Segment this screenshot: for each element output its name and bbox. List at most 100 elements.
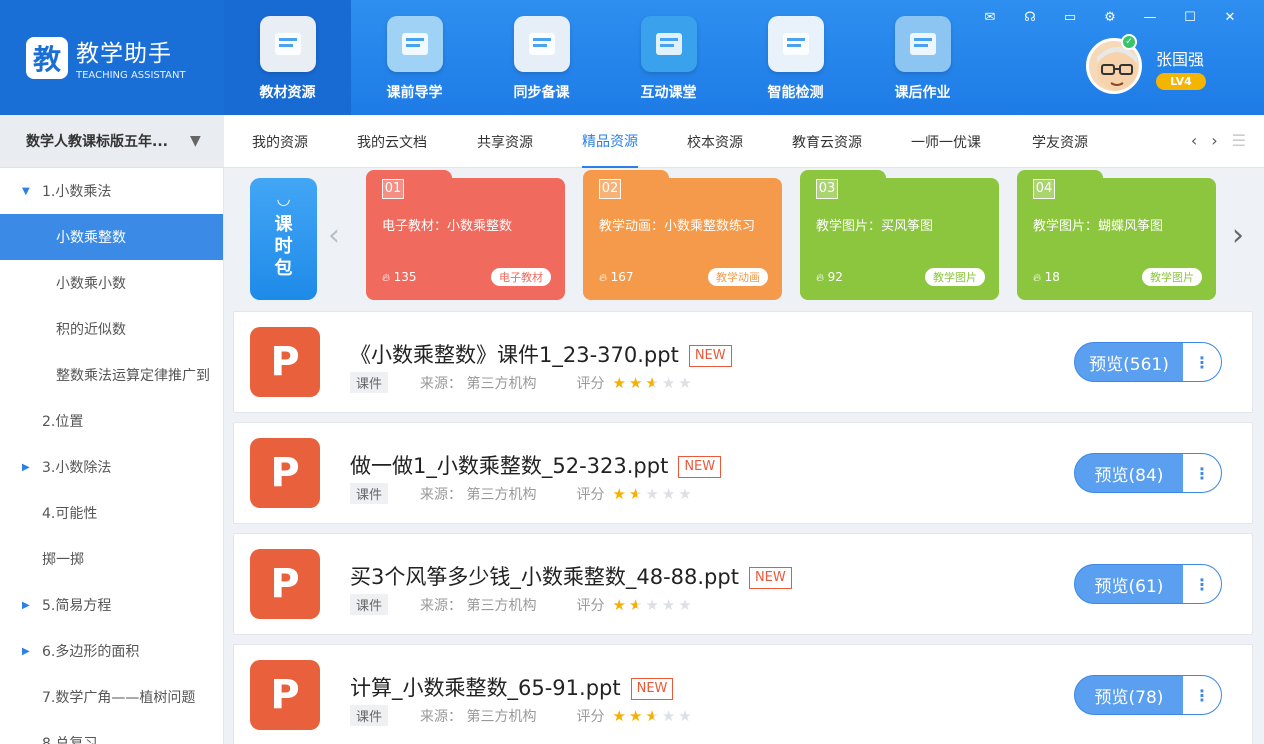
tab-8[interactable]: 学友资源 bbox=[1032, 115, 1088, 168]
preview-label[interactable]: 预览(61) bbox=[1075, 572, 1183, 597]
tab-6[interactable]: 教育云资源 bbox=[792, 115, 862, 168]
collapse-arrow-icon[interactable]: ▶ bbox=[22, 600, 30, 611]
nav-item-1[interactable]: 教材资源 bbox=[224, 0, 351, 115]
card-folder-tab bbox=[1017, 170, 1103, 194]
nav-item-2[interactable]: 课前导学 bbox=[351, 0, 478, 115]
nav-label: 互动课堂 bbox=[640, 85, 697, 101]
preview-label[interactable]: 预览(78) bbox=[1075, 683, 1183, 708]
chapter-item[interactable]: ▶ 5.简易方程 bbox=[0, 582, 223, 628]
resource-title-text: 买3个风筝多少钱_小数乘整数_48-88.ppt bbox=[350, 565, 739, 589]
card-number: 03 bbox=[816, 179, 838, 199]
star-icon: ★ bbox=[645, 484, 662, 503]
resource-title[interactable]: 计算_小数乘整数_65-91.ppt NEW bbox=[350, 672, 674, 702]
rating-stars: ★★★★★ bbox=[612, 596, 694, 614]
preview-button[interactable]: 预览(61) ⋮ bbox=[1074, 564, 1222, 604]
chevron-left-icon[interactable]: ‹ bbox=[1191, 131, 1197, 150]
minimize-icon[interactable]: — bbox=[1130, 8, 1170, 28]
collapse-arrow-icon[interactable]: ▶ bbox=[22, 646, 30, 657]
lesson-pack-button[interactable]: ◡ 课 时 包 bbox=[250, 178, 317, 300]
rating-label: 评分 bbox=[576, 375, 605, 392]
resource-row[interactable]: P 《小数乘整数》课件1_23-370.ppt NEW 课件 来源： 第三方机构 评分 ★★… bbox=[233, 311, 1253, 413]
card-title: 电子教材：小数乘整数 bbox=[382, 219, 513, 234]
preview-button[interactable]: 预览(78) ⋮ bbox=[1074, 675, 1222, 715]
card-views: 🔥︎ 92 bbox=[816, 270, 843, 285]
tab-3[interactable]: 共享资源 bbox=[477, 115, 533, 168]
nav-item-5[interactable]: 智能检测 bbox=[732, 0, 859, 115]
resource-row[interactable]: P 买3个风筝多少钱_小数乘整数_48-88.ppt NEW 课件 来源： 第三方机构 评… bbox=[233, 533, 1253, 635]
chevron-right-icon[interactable]: › bbox=[1211, 131, 1217, 150]
fire-icon: 🔥︎ bbox=[816, 270, 828, 284]
mail-icon[interactable]: ✉ bbox=[970, 8, 1010, 28]
expand-arrow-icon[interactable]: ▼ bbox=[22, 186, 30, 197]
type-badge: 课件 bbox=[350, 594, 389, 615]
star-icon: ★ bbox=[645, 373, 662, 392]
resource-row[interactable]: P 做一做1_小数乘整数_52-323.ppt NEW 课件 来源： 第三方机构 评分 ★★… bbox=[233, 422, 1253, 524]
preview-label[interactable]: 预览(561) bbox=[1075, 350, 1183, 375]
settings-icon[interactable]: ⚙ bbox=[1090, 8, 1130, 28]
tab-7[interactable]: 一师一优课 bbox=[911, 115, 981, 168]
chapter-item[interactable]: ▶ 6.多边形的面积 bbox=[0, 628, 223, 674]
preview-label[interactable]: 预览(84) bbox=[1075, 461, 1183, 486]
source-text: 来源： 第三方机构 bbox=[420, 375, 537, 392]
headset-icon[interactable]: ☊ bbox=[1010, 8, 1050, 28]
resource-title[interactable]: 做一做1_小数乘整数_52-323.ppt NEW bbox=[350, 450, 722, 480]
carousel-prev-icon[interactable]: ‹ bbox=[328, 218, 340, 253]
carousel-next-icon[interactable]: › bbox=[1232, 218, 1244, 253]
more-options-icon[interactable]: ⋮ bbox=[1183, 565, 1221, 603]
resource-card[interactable]: 03 教学图片：买风筝图 🔥︎ 92 教学图片 bbox=[800, 170, 999, 300]
nav-item-4[interactable]: 互动课堂 bbox=[605, 0, 732, 115]
star-icon: ★ bbox=[661, 373, 679, 392]
preview-button[interactable]: 预览(84) ⋮ bbox=[1074, 453, 1222, 493]
tab-1[interactable]: 我的资源 bbox=[252, 115, 308, 168]
pack-label-3: 包 bbox=[274, 258, 293, 279]
textbook-selector[interactable]: 数学人教课标版五年... ▼ bbox=[0, 115, 224, 168]
resource-title[interactable]: 买3个风筝多少钱_小数乘整数_48-88.ppt NEW bbox=[350, 561, 792, 591]
preview-button[interactable]: 预览(561) ⋮ bbox=[1074, 342, 1222, 382]
resource-title[interactable]: 《小数乘整数》课件1_23-370.ppt NEW bbox=[350, 339, 732, 369]
chapter-item[interactable]: 7.数学广角——植树问题 bbox=[0, 674, 223, 720]
resource-card[interactable]: 04 教学图片：蝴蝶风筝图 🔥︎ 18 教学图片 bbox=[1017, 170, 1216, 300]
chapter-item[interactable]: 小数乘小数 bbox=[0, 260, 223, 306]
tab-4[interactable]: 精品资源 bbox=[582, 115, 638, 168]
resource-meta: 课件 来源： 第三方机构 评分 ★★★★★ bbox=[350, 483, 695, 504]
more-options-icon[interactable]: ⋮ bbox=[1183, 343, 1221, 381]
menu-icon[interactable]: ☰ bbox=[1232, 131, 1246, 150]
chapter-item[interactable]: 积的近似数 bbox=[0, 306, 223, 352]
resource-card[interactable]: 01 电子教材：小数乘整数 🔥︎ 135 电子教材 bbox=[366, 170, 565, 300]
chapter-item[interactable]: ▶ 3.小数除法 bbox=[0, 444, 223, 490]
interactive-class-icon bbox=[640, 16, 697, 72]
chapter-label: 8.总复习 bbox=[42, 736, 98, 744]
chapter-label: 7.数学广角——植树问题 bbox=[42, 690, 196, 706]
chapter-item[interactable]: ▼ 1.小数乘法 bbox=[0, 168, 223, 214]
more-options-icon[interactable]: ⋮ bbox=[1183, 454, 1221, 492]
chapter-item[interactable]: 8.总复习 bbox=[0, 720, 223, 744]
maximize-icon[interactable]: ☐ bbox=[1170, 8, 1210, 28]
nav-item-6[interactable]: 课后作业 bbox=[859, 0, 986, 115]
close-icon[interactable]: ✕ bbox=[1210, 8, 1250, 28]
resource-meta: 课件 来源： 第三方机构 评分 ★★★★★ bbox=[350, 594, 695, 615]
resource-meta: 课件 来源： 第三方机构 评分 ★★★★★ bbox=[350, 372, 695, 393]
ppt-file-icon: P bbox=[250, 549, 320, 619]
nav-label: 智能检测 bbox=[767, 85, 824, 101]
pre-class-guide-icon bbox=[386, 16, 443, 72]
resource-row[interactable]: P 计算_小数乘整数_65-91.ppt NEW 课件 来源： 第三方机构 评分 ★★★★★… bbox=[233, 644, 1253, 744]
more-options-icon[interactable]: ⋮ bbox=[1183, 676, 1221, 714]
star-icon: ★ bbox=[678, 373, 695, 392]
star-icon: ★ bbox=[612, 595, 629, 614]
nav-item-3[interactable]: 同步备课 bbox=[478, 0, 605, 115]
screen-icon[interactable]: ▭ bbox=[1050, 8, 1090, 28]
chapter-item[interactable]: 掷一掷 bbox=[0, 536, 223, 582]
card-count: 18 bbox=[1044, 269, 1060, 284]
chapter-item[interactable]: 2.位置 bbox=[0, 398, 223, 444]
user-name[interactable]: 张国强 bbox=[1156, 46, 1204, 70]
star-icon: ★ bbox=[678, 484, 695, 503]
collapse-arrow-icon[interactable]: ▶ bbox=[22, 462, 30, 473]
tab-5[interactable]: 校本资源 bbox=[687, 115, 743, 168]
chapter-item[interactable]: 4.可能性 bbox=[0, 490, 223, 536]
chapter-item[interactable]: 整数乘法运算定律推广到 bbox=[0, 352, 223, 398]
fire-icon: 🔥︎ bbox=[382, 270, 394, 284]
type-badge: 课件 bbox=[350, 483, 389, 504]
tab-2[interactable]: 我的云文档 bbox=[357, 115, 427, 168]
chapter-item[interactable]: 小数乘整数 bbox=[0, 214, 223, 260]
resource-card[interactable]: 02 教学动画：小数乘整数练习 🔥︎ 167 教学动画 bbox=[583, 170, 782, 300]
